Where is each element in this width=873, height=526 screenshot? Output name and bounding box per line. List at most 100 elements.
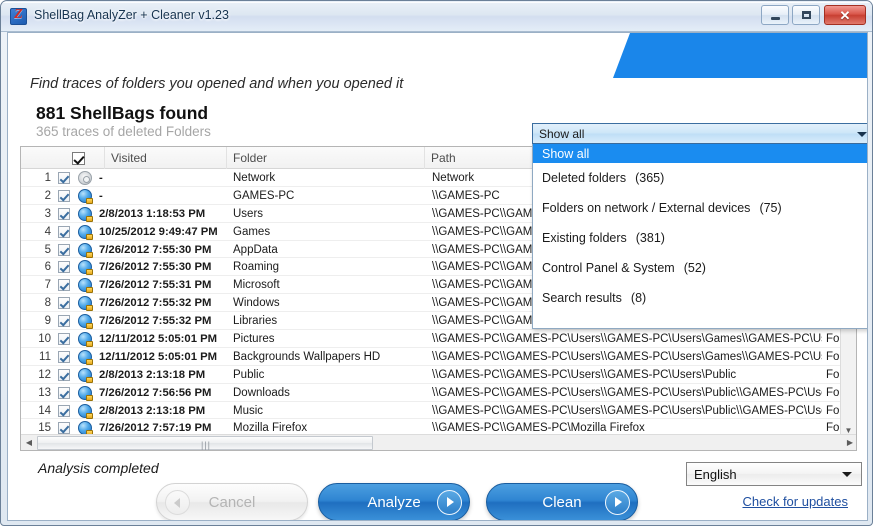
cell-folder: Users <box>233 205 425 223</box>
lock-icon <box>86 395 93 401</box>
maximize-button[interactable] <box>792 5 820 25</box>
lock-icon <box>86 287 93 293</box>
row-checkbox[interactable] <box>58 261 70 273</box>
column-header-index <box>21 147 53 169</box>
filter-option-label: Control Panel & System <box>542 261 675 275</box>
row-checkbox-cell[interactable] <box>55 366 73 384</box>
filter-selected-value: Show all <box>539 127 584 141</box>
filter-option-label: Deleted folders <box>542 171 626 185</box>
close-button[interactable]: ✕ <box>824 5 866 25</box>
scroll-right-icon[interactable]: ▶ <box>843 435 857 450</box>
column-header-folder[interactable]: Folder <box>227 147 425 169</box>
table-row[interactable]: 137/26/2012 7:56:56 PMDownloads\\GAMES-P… <box>21 384 856 402</box>
horizontal-scroll-thumb[interactable]: ||| <box>37 436 373 450</box>
check-for-updates-link[interactable]: Check for updates <box>742 494 848 509</box>
row-checkbox-cell[interactable] <box>55 294 73 312</box>
scroll-left-icon[interactable]: ◀ <box>22 435 36 450</box>
lock-icon <box>86 377 93 383</box>
row-checkbox-cell[interactable] <box>55 276 73 294</box>
globe-lock-icon <box>78 332 92 346</box>
row-checkbox-cell[interactable] <box>55 258 73 276</box>
language-selected-value: English <box>694 467 737 482</box>
row-checkbox[interactable] <box>58 351 70 363</box>
row-checkbox-cell[interactable] <box>55 312 73 330</box>
cell-folder: Games <box>233 223 425 241</box>
row-checkbox-cell[interactable] <box>55 330 73 348</box>
row-icon-cell <box>75 366 95 384</box>
row-checkbox-cell[interactable] <box>55 169 73 187</box>
minimize-button[interactable] <box>761 5 789 25</box>
row-index: 14 <box>21 402 51 420</box>
row-checkbox-cell[interactable] <box>55 187 73 205</box>
row-checkbox[interactable] <box>58 405 70 417</box>
chevron-down-icon <box>857 132 867 137</box>
cell-path: \\GAMES-PC\\GAMES-PC\Users\\GAMES-PC\Use… <box>432 402 822 420</box>
row-checkbox[interactable] <box>58 226 70 238</box>
row-icon-cell <box>75 258 95 276</box>
filter-option[interactable]: Folders on network / External devices(75… <box>533 193 868 223</box>
application-window: Z ShellBag AnalyZer + Cleaner v1.23 ✕ Fi… <box>0 0 873 526</box>
filter-option[interactable]: Deleted folders (365) <box>533 163 868 193</box>
cell-visited: - <box>99 187 227 205</box>
clean-button-label: Clean <box>542 494 581 511</box>
row-icon-cell <box>75 187 95 205</box>
analyze-button-label: Analyze <box>367 494 420 511</box>
row-icon-cell <box>75 312 95 330</box>
row-index: 13 <box>21 384 51 402</box>
cell-visited: 2/8/2013 2:13:18 PM <box>99 366 227 384</box>
table-row[interactable]: 142/8/2013 2:13:18 PMMusic\\GAMES-PC\\GA… <box>21 402 856 420</box>
globe-lock-icon <box>78 386 92 400</box>
filter-dropdown-list[interactable]: Show all Deleted folders (365) Folders on n… <box>532 144 868 329</box>
row-checkbox-cell[interactable] <box>55 402 73 420</box>
row-checkbox-cell[interactable] <box>55 241 73 259</box>
row-checkbox[interactable] <box>58 172 70 184</box>
table-row[interactable]: 1112/11/2012 5:05:01 PMBackgrounds Wallp… <box>21 348 856 366</box>
grid-horizontal-scrollbar[interactable]: ◀ ||| ▶ <box>21 434 857 450</box>
row-checkbox[interactable] <box>58 244 70 256</box>
row-checkbox[interactable] <box>58 333 70 345</box>
column-header-visited[interactable]: Visited <box>105 147 227 169</box>
row-checkbox-cell[interactable] <box>55 348 73 366</box>
cell-folder: Roaming <box>233 258 425 276</box>
table-row[interactable]: 1012/11/2012 5:05:01 PMPictures\\GAMES-P… <box>21 330 856 348</box>
title-bar: Z ShellBag AnalyZer + Cleaner v1.23 ✕ <box>1 1 873 32</box>
cell-folder: AppData <box>233 241 425 259</box>
client-area: Find traces of folders you opened and wh… <box>7 32 868 521</box>
row-index: 2 <box>21 187 51 205</box>
row-checkbox-cell[interactable] <box>55 384 73 402</box>
analyze-button[interactable]: Analyze <box>318 483 470 521</box>
minimize-icon <box>762 6 788 24</box>
select-all-checkbox[interactable] <box>72 152 85 165</box>
row-icon-cell <box>75 348 95 366</box>
filter-option[interactable]: Search results(8) <box>533 283 868 313</box>
cell-visited: 7/26/2012 7:55:30 PM <box>99 241 227 259</box>
cancel-arrow-icon <box>165 490 190 515</box>
column-header-selectall[interactable] <box>53 147 105 169</box>
row-index: 11 <box>21 348 51 366</box>
row-checkbox[interactable] <box>58 208 70 220</box>
row-checkbox[interactable] <box>58 297 70 309</box>
row-checkbox[interactable] <box>58 369 70 381</box>
filter-dropdown[interactable]: Show all <box>532 123 868 144</box>
table-row[interactable]: 122/8/2013 2:13:18 PMPublic\\GAMES-PC\\G… <box>21 366 856 384</box>
language-dropdown[interactable]: English <box>686 462 862 486</box>
filter-option[interactable]: Control Panel & System(52) <box>533 253 868 283</box>
row-checkbox[interactable] <box>58 387 70 399</box>
cancel-button[interactable]: Cancel <box>156 483 308 521</box>
row-icon-cell <box>75 384 95 402</box>
row-checkbox[interactable] <box>58 315 70 327</box>
globe-lock-icon <box>78 368 92 382</box>
row-checkbox[interactable] <box>58 190 70 202</box>
row-checkbox[interactable] <box>58 279 70 291</box>
row-index: 9 <box>21 312 51 330</box>
row-checkbox-cell[interactable] <box>55 205 73 223</box>
cell-folder: Backgrounds Wallpapers HD <box>233 348 425 366</box>
filter-option-count: (365) <box>635 171 664 185</box>
export-link[interactable]: Export <box>810 518 848 521</box>
row-checkbox-cell[interactable] <box>55 223 73 241</box>
row-checkbox[interactable] <box>58 422 70 434</box>
titlebar-highlight <box>2 2 873 3</box>
clean-button[interactable]: Clean <box>486 483 638 521</box>
filter-option[interactable]: Existing folders(381) <box>533 223 868 253</box>
filter-option[interactable]: Show all <box>533 144 868 163</box>
